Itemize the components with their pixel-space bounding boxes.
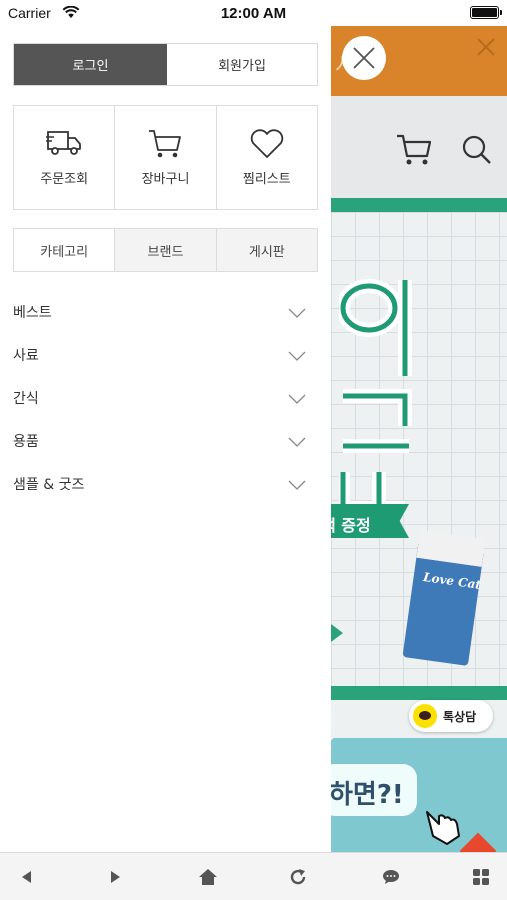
drawer-tabs: 카테고리 브랜드 게시판 [13, 228, 318, 272]
category-item-best[interactable]: 베스트 [0, 294, 331, 337]
chevron-down-icon[interactable] [288, 480, 306, 490]
chevron-down-icon[interactable] [288, 351, 306, 361]
category-item-samples-goods[interactable]: 샘플 & 굿즈 [0, 466, 331, 509]
quick-link-label: 찜리스트 [242, 172, 291, 187]
close-icon [353, 47, 375, 69]
menu-grid-icon [473, 869, 489, 885]
quick-link-cart[interactable]: 장바구니 [115, 106, 217, 209]
chevron-down-icon[interactable] [288, 394, 306, 404]
quick-link-label: 장바구니 [141, 172, 190, 187]
menu-button[interactable] [471, 867, 491, 887]
home-icon [199, 869, 217, 885]
category-list: 베스트 사료 간식 용품 샘플 & 굿즈 [0, 294, 331, 509]
kakao-chat-label: 톡상담 [443, 710, 477, 724]
status-bar: Carrier 12:00 AM [0, 0, 507, 26]
refresh-icon [290, 869, 306, 885]
side-menu-drawer: 로그인 회원가입 주문조회 장바구니 찜리스트 카테고리 브랜드 게시판 베스트… [0, 26, 331, 852]
category-label: 간식 [13, 391, 39, 407]
home-button[interactable] [198, 867, 218, 887]
banner-close-icon[interactable] [475, 36, 497, 58]
promo-ribbon-text: 백 증정 [331, 516, 371, 535]
site-header [331, 96, 507, 198]
category-item-food[interactable]: 사료 [0, 337, 331, 380]
event-banner-top-bar [331, 198, 507, 212]
forward-arrow-icon [111, 871, 120, 883]
category-label: 사료 [13, 348, 39, 364]
delivery-truck-icon [46, 131, 82, 155]
chat-button[interactable] [381, 867, 401, 887]
kakao-chat-button[interactable]: 톡상담 [409, 700, 493, 732]
header-cart-icon[interactable] [395, 132, 433, 166]
forward-button[interactable] [106, 867, 126, 887]
signup-button[interactable]: 회원가입 [167, 44, 317, 85]
tab-category[interactable]: 카테고리 [14, 229, 115, 271]
category-item-supplies[interactable]: 용품 [0, 423, 331, 466]
back-button[interactable] [16, 867, 36, 887]
promo-card-text: 하면?! [331, 780, 404, 810]
back-arrow-icon [22, 871, 31, 883]
header-search-icon[interactable] [461, 134, 493, 166]
category-label: 용품 [13, 434, 39, 450]
chevron-down-icon[interactable] [288, 437, 306, 447]
event-banner-bottom-bar [331, 686, 507, 700]
kakao-talk-icon [413, 704, 437, 728]
drawer-close-button[interactable] [342, 36, 386, 80]
quick-link-label: 주문조회 [40, 172, 89, 187]
quick-link-order-lookup[interactable]: 주문조회 [14, 106, 116, 209]
heart-icon [250, 129, 284, 158]
category-label: 샘플 & 굿즈 [13, 477, 85, 493]
status-time: 12:00 AM [220, 5, 287, 22]
tab-brand[interactable]: 브랜드 [114, 229, 216, 271]
chevron-down-icon[interactable] [288, 308, 306, 318]
category-label: 베스트 [13, 305, 52, 321]
chat-icon [383, 870, 399, 884]
event-banner-title-graphic [339, 278, 412, 515]
cart-icon [149, 130, 182, 158]
auth-buttons: 로그인 회원가입 [13, 43, 318, 86]
quick-link-wishlist[interactable]: 찜리스트 [217, 106, 317, 209]
battery-icon [470, 6, 502, 19]
carousel-arrow-icon[interactable] [331, 624, 343, 642]
refresh-button[interactable] [288, 867, 308, 887]
login-button[interactable]: 로그인 [14, 44, 167, 85]
pointing-hand-icon [426, 811, 460, 845]
quick-links: 주문조회 장바구니 찜리스트 [13, 105, 318, 210]
tab-board[interactable]: 게시판 [215, 229, 317, 271]
category-item-snack[interactable]: 간식 [0, 380, 331, 423]
bottom-toolbar [0, 852, 507, 900]
